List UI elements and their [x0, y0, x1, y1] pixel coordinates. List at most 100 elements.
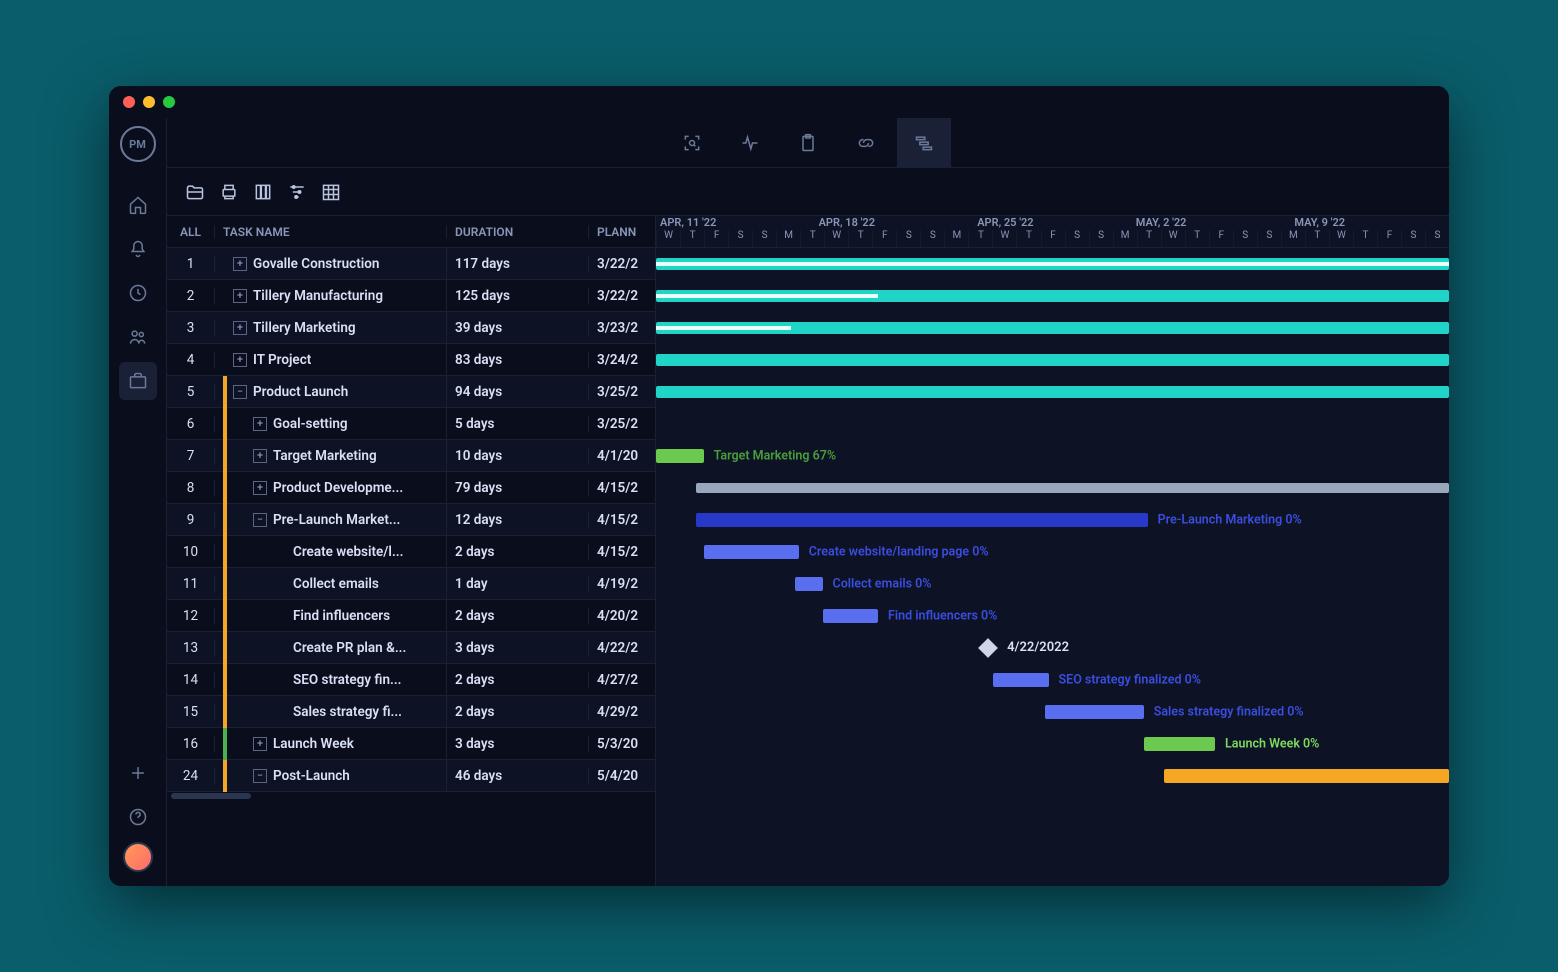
- expand-icon[interactable]: +: [233, 321, 247, 335]
- task-row[interactable]: 13Create PR plan &...3 days4/22/2: [167, 632, 655, 664]
- gantt-row[interactable]: Launch Week 0%: [656, 728, 1449, 760]
- expand-icon[interactable]: +: [233, 257, 247, 271]
- gantt-row[interactable]: Pre-Launch Marketing 0%: [656, 504, 1449, 536]
- help-icon[interactable]: [119, 798, 157, 836]
- team-icon[interactable]: [119, 318, 157, 356]
- summary-bar[interactable]: [696, 483, 1449, 493]
- task-row[interactable]: 10Create website/l...2 days4/15/2: [167, 536, 655, 568]
- task-row[interactable]: 7+Target Marketing10 days4/1/20: [167, 440, 655, 472]
- user-avatar[interactable]: [123, 842, 153, 872]
- gantt-row[interactable]: Collect emails 0%: [656, 568, 1449, 600]
- task-bar[interactable]: Collect emails 0%: [795, 577, 823, 591]
- task-name-cell[interactable]: −Pre-Launch Market...: [215, 504, 447, 536]
- summary-bar[interactable]: [656, 354, 1449, 366]
- task-bar[interactable]: Pre-Launch Marketing 0%: [696, 513, 1148, 527]
- task-name-cell[interactable]: Create website/l...: [215, 536, 447, 568]
- summary-bar[interactable]: [656, 322, 1449, 334]
- task-bar[interactable]: Sales strategy finalized 0%: [1045, 705, 1144, 719]
- print-icon[interactable]: [219, 182, 239, 202]
- task-row[interactable]: 4+IT Project83 days3/24/2: [167, 344, 655, 376]
- recent-icon[interactable]: [119, 274, 157, 312]
- close-icon[interactable]: [123, 96, 135, 108]
- task-name-cell[interactable]: +Govalle Construction: [215, 248, 447, 280]
- gantt-row[interactable]: [656, 280, 1449, 312]
- task-bar[interactable]: Find influencers 0%: [823, 609, 879, 623]
- gantt-row[interactable]: Find influencers 0%: [656, 600, 1449, 632]
- gantt-row[interactable]: [656, 344, 1449, 376]
- task-name-cell[interactable]: +IT Project: [215, 344, 447, 376]
- task-name-cell[interactable]: +Product Developme...: [215, 472, 447, 504]
- gantt-row[interactable]: Target Marketing 67%: [656, 440, 1449, 472]
- gantt-row[interactable]: [656, 376, 1449, 408]
- task-name-cell[interactable]: Sales strategy fi...: [215, 696, 447, 728]
- collapse-icon[interactable]: −: [253, 769, 267, 783]
- gantt-row[interactable]: 4/22/2022: [656, 632, 1449, 664]
- milestone-diamond-icon[interactable]: [978, 638, 998, 658]
- calendar-grid-icon[interactable]: [321, 182, 341, 202]
- task-row[interactable]: 12Find influencers2 days4/20/2: [167, 600, 655, 632]
- col-header-duration[interactable]: DURATION: [447, 225, 589, 239]
- task-bar[interactable]: Create website/landing page 0%: [704, 545, 799, 559]
- grid-scrollbar[interactable]: [167, 792, 655, 800]
- task-name-cell[interactable]: SEO strategy fin...: [215, 664, 447, 696]
- gantt-row[interactable]: SEO strategy finalized 0%: [656, 664, 1449, 696]
- task-name-cell[interactable]: +Goal-setting: [215, 408, 447, 440]
- task-name-cell[interactable]: Create PR plan &...: [215, 632, 447, 664]
- notifications-icon[interactable]: [119, 230, 157, 268]
- task-row[interactable]: 6+Goal-setting5 days3/25/2: [167, 408, 655, 440]
- task-name-cell[interactable]: Find influencers: [215, 600, 447, 632]
- gantt-row[interactable]: Create website/landing page 0%: [656, 536, 1449, 568]
- app-logo[interactable]: PM: [120, 126, 156, 162]
- task-row[interactable]: 24−Post-Launch46 days5/4/20: [167, 760, 655, 792]
- task-row[interactable]: 2+Tillery Manufacturing125 days3/22/2: [167, 280, 655, 312]
- task-name-cell[interactable]: −Product Launch: [215, 376, 447, 408]
- summary-bar[interactable]: [656, 386, 1449, 398]
- zoom-scan-icon[interactable]: [665, 118, 719, 168]
- expand-icon[interactable]: +: [253, 737, 267, 751]
- filter-icon[interactable]: [287, 182, 307, 202]
- gantt-row[interactable]: [656, 760, 1449, 792]
- minimize-icon[interactable]: [143, 96, 155, 108]
- task-row[interactable]: 1+Govalle Construction117 days3/22/2: [167, 248, 655, 280]
- task-name-cell[interactable]: +Launch Week: [215, 728, 447, 760]
- task-row[interactable]: 16+Launch Week3 days5/3/20: [167, 728, 655, 760]
- collapse-icon[interactable]: −: [253, 513, 267, 527]
- activity-icon[interactable]: [723, 118, 777, 168]
- home-icon[interactable]: [119, 186, 157, 224]
- col-header-index[interactable]: ALL: [167, 225, 215, 239]
- expand-icon[interactable]: +: [233, 289, 247, 303]
- task-row[interactable]: 5−Product Launch94 days3/25/2: [167, 376, 655, 408]
- col-header-planned[interactable]: PLANN: [589, 225, 655, 239]
- task-bar[interactable]: [1164, 769, 1449, 783]
- add-icon[interactable]: [119, 754, 157, 792]
- gantt-row[interactable]: [656, 248, 1449, 280]
- portfolio-icon[interactable]: [119, 362, 157, 400]
- task-bar[interactable]: Launch Week 0%: [1144, 737, 1215, 751]
- gantt-row[interactable]: [656, 472, 1449, 504]
- task-name-cell[interactable]: +Tillery Marketing: [215, 312, 447, 344]
- collapse-icon[interactable]: −: [233, 385, 247, 399]
- expand-icon[interactable]: +: [253, 449, 267, 463]
- maximize-icon[interactable]: [163, 96, 175, 108]
- task-name-cell[interactable]: Collect emails: [215, 568, 447, 600]
- expand-icon[interactable]: +: [233, 353, 247, 367]
- gantt-row[interactable]: [656, 408, 1449, 440]
- task-row[interactable]: 11Collect emails1 day4/19/2: [167, 568, 655, 600]
- gantt-row[interactable]: [656, 312, 1449, 344]
- columns-icon[interactable]: [253, 182, 273, 202]
- task-name-cell[interactable]: +Target Marketing: [215, 440, 447, 472]
- folder-icon[interactable]: [185, 182, 205, 202]
- gantt-chart[interactable]: APR, 11 '22APR, 18 '22APR, 25 '22MAY, 2 …: [656, 216, 1449, 886]
- gantt-bars[interactable]: Target Marketing 67% Pre-Launch Marketing…: [656, 248, 1449, 886]
- task-name-cell[interactable]: −Post-Launch: [215, 760, 447, 792]
- task-bar[interactable]: SEO strategy finalized 0%: [993, 673, 1049, 687]
- task-row[interactable]: 8+Product Developme...79 days4/15/2: [167, 472, 655, 504]
- summary-bar[interactable]: [656, 258, 1449, 270]
- gantt-view-icon[interactable]: [897, 118, 951, 168]
- task-name-cell[interactable]: +Tillery Manufacturing: [215, 280, 447, 312]
- task-row[interactable]: 15Sales strategy fi...2 days4/29/2: [167, 696, 655, 728]
- task-row[interactable]: 9−Pre-Launch Market...12 days4/15/2: [167, 504, 655, 536]
- col-header-name[interactable]: TASK NAME: [215, 225, 447, 239]
- expand-icon[interactable]: +: [253, 417, 267, 431]
- summary-bar[interactable]: [656, 290, 1449, 302]
